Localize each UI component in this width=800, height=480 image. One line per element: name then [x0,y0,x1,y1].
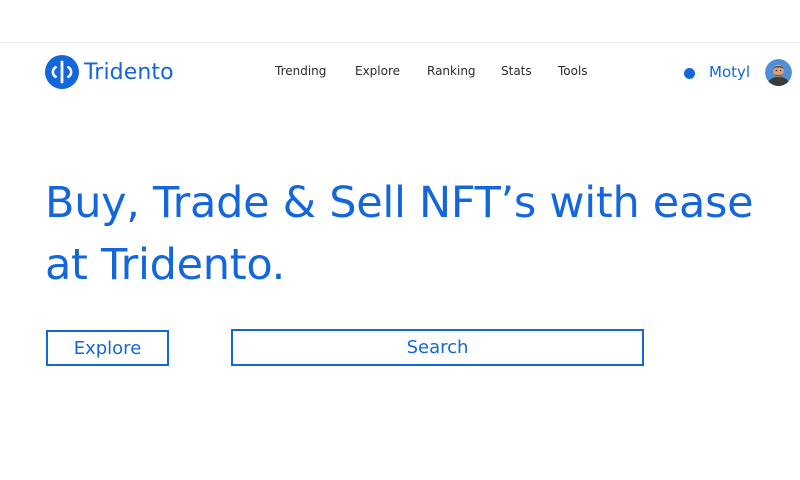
user-avatar-icon [765,59,792,86]
avatar[interactable] [765,59,792,86]
nav-item-explore[interactable]: Explore [355,64,400,78]
nav-item-stats[interactable]: Stats [501,64,532,78]
hero-headline: Buy, Trade & Sell NFT’s with ease at Tri… [45,178,754,290]
explore-button[interactable]: Explore [46,330,169,366]
page: Tridento Trending Explore Ranking Stats … [0,0,800,480]
nav-item-tools[interactable]: Tools [558,64,588,78]
nav-item-ranking[interactable]: Ranking [427,64,476,78]
header-divider [0,42,800,43]
username[interactable]: Motyl [709,63,750,81]
online-status-dot [684,68,695,79]
main-nav: Trending Explore Ranking Stats Tools [0,64,800,82]
search-button[interactable]: Search [231,329,644,366]
nav-item-trending[interactable]: Trending [275,64,326,78]
